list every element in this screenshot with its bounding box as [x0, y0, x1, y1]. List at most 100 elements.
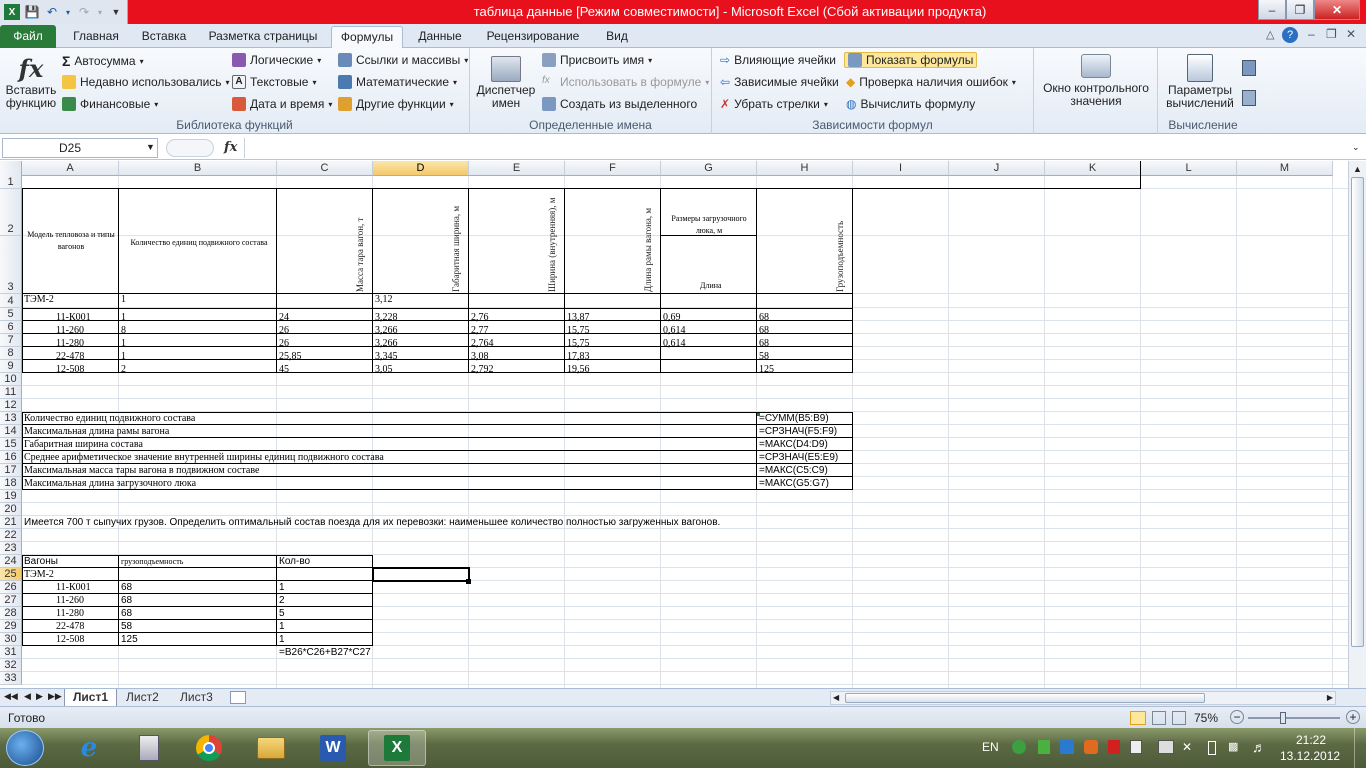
column-header[interactable]: C: [277, 161, 373, 176]
taskbar-chrome[interactable]: [180, 730, 238, 766]
cell[interactable]: =МАКС(G5:G7): [759, 478, 829, 490]
cell[interactable]: 26: [279, 338, 289, 350]
cell[interactable]: 11-К001: [56, 312, 91, 324]
tab-data[interactable]: Данные: [408, 26, 472, 48]
customize-qat-icon[interactable]: ▼: [108, 4, 124, 20]
cell[interactable]: Кол-во: [279, 556, 310, 568]
cell[interactable]: 12-508: [56, 634, 84, 646]
create-from-selection-button[interactable]: Создать из выделенного: [542, 97, 697, 111]
cell[interactable]: 58: [121, 621, 132, 633]
fill-handle[interactable]: [466, 579, 471, 584]
row-header[interactable]: 9: [0, 360, 22, 373]
name-box-dropdown-icon[interactable]: ▼: [146, 142, 155, 152]
row-header[interactable]: 16: [0, 451, 22, 464]
cell[interactable]: 26: [279, 325, 289, 337]
column-header[interactable]: M: [1237, 161, 1333, 176]
row-header[interactable]: 28: [0, 607, 22, 620]
cell[interactable]: 0,614: [663, 325, 686, 337]
text-button[interactable]: A Текстовые ▾: [232, 75, 316, 89]
cell[interactable]: 2,764: [471, 338, 494, 350]
taskbar-excel[interactable]: X: [368, 730, 426, 766]
cell[interactable]: Среднее арифметическое значение внутренн…: [24, 452, 384, 464]
cell[interactable]: 58: [759, 351, 769, 363]
show-desktop-button[interactable]: [1354, 728, 1366, 768]
cell[interactable]: =СУММ(B5:B9): [759, 413, 829, 425]
tab-review[interactable]: Рецензирование: [480, 26, 586, 48]
row-header[interactable]: 3: [0, 236, 22, 294]
scroll-right-icon[interactable]: ▶: [1327, 693, 1333, 702]
cell[interactable]: Максимальная длина загрузочного люка: [24, 478, 196, 490]
cell[interactable]: 11-280: [56, 608, 84, 620]
row-header[interactable]: 31: [0, 646, 22, 659]
cell[interactable]: =МАКС(C5:C9): [759, 465, 828, 477]
calc-options-button[interactable]: Параметры вычислений: [1162, 54, 1238, 110]
cell[interactable]: 125: [121, 634, 138, 646]
row-header[interactable]: 8: [0, 347, 22, 360]
calc-sheet-icon[interactable]: [1242, 90, 1256, 106]
cell[interactable]: =МАКС(D4:D9): [759, 439, 828, 451]
math-button[interactable]: Математические ▾: [338, 75, 457, 89]
tab-home[interactable]: Главная: [60, 26, 132, 48]
cell[interactable]: 3,12: [375, 294, 393, 306]
cell[interactable]: 68: [121, 608, 132, 620]
zoom-out-icon[interactable]: −: [1230, 710, 1244, 724]
taskbar-ie[interactable]: e: [60, 730, 118, 766]
cell[interactable]: 125: [759, 364, 774, 376]
row-header[interactable]: 20: [0, 503, 22, 516]
row-header[interactable]: 18: [0, 477, 22, 490]
cell[interactable]: 3,266: [375, 338, 398, 350]
scroll-thumb[interactable]: [1351, 177, 1364, 647]
cell[interactable]: 68: [121, 595, 132, 607]
cell[interactable]: 11-280: [56, 338, 84, 350]
cell[interactable]: 68: [121, 582, 132, 594]
scroll-left-icon[interactable]: ◀: [833, 693, 839, 702]
tray-icon-3[interactable]: [1060, 740, 1074, 754]
last-sheet-icon[interactable]: ▶▶: [48, 691, 62, 702]
cell[interactable]: 1: [279, 634, 285, 646]
page-layout-view-icon[interactable]: [1152, 711, 1166, 725]
cell[interactable]: 45: [279, 364, 289, 376]
taskbar-explorer[interactable]: [242, 730, 300, 766]
zoom-slider-thumb[interactable]: [1280, 712, 1286, 724]
horizontal-scrollbar[interactable]: ◀ ▶: [830, 691, 1336, 705]
row-header[interactable]: 19: [0, 490, 22, 503]
tray-icon-2[interactable]: [1038, 740, 1050, 754]
formula-input[interactable]: [244, 138, 1348, 158]
doc-close-icon[interactable]: ✕: [1346, 27, 1356, 41]
cell[interactable]: =СРЗНАЧ(F5:F9): [759, 426, 837, 438]
autosum-button[interactable]: Σ Автосумма ▾: [62, 53, 144, 69]
page-break-view-icon[interactable]: [1172, 711, 1186, 725]
row-header[interactable]: 2: [0, 189, 22, 236]
column-header[interactable]: L: [1141, 161, 1237, 176]
cell[interactable]: 1: [121, 312, 126, 324]
cell[interactable]: 15,75: [567, 325, 590, 337]
evaluate-formula-button[interactable]: ◍ Вычислить формулу: [846, 97, 975, 111]
financial-button[interactable]: Финансовые ▾: [62, 97, 158, 111]
cell[interactable]: Количество единиц подвижного состава: [24, 413, 195, 425]
remove-arrows-button[interactable]: ✗ Убрать стрелки ▾: [720, 97, 828, 111]
cell[interactable]: ТЭМ-2: [24, 294, 54, 306]
minimize-button[interactable]: –: [1258, 0, 1286, 20]
name-manager-button[interactable]: Диспетчер имен: [476, 54, 536, 118]
undo-dropdown-icon[interactable]: ▾: [64, 4, 72, 20]
cell[interactable]: =B26*C26+B27*C27: [279, 647, 373, 659]
datetime-button[interactable]: Дата и время ▾: [232, 97, 332, 111]
cell[interactable]: 2,77: [471, 325, 489, 337]
first-sheet-icon[interactable]: ◀◀: [4, 691, 18, 702]
row-header[interactable]: 6: [0, 321, 22, 334]
minimize-ribbon-icon[interactable]: △: [1266, 28, 1274, 41]
tab-view[interactable]: Вид: [594, 26, 640, 48]
column-header[interactable]: K: [1045, 161, 1141, 176]
cell[interactable]: 3,345: [375, 351, 398, 363]
cell[interactable]: 19,56: [567, 364, 590, 376]
clock-time[interactable]: 21:22: [1296, 733, 1326, 747]
error-checking-button[interactable]: ◆ Проверка наличия ошибок ▾: [846, 75, 1016, 89]
cell[interactable]: 15,75: [567, 338, 590, 350]
cell[interactable]: 3,266: [375, 325, 398, 337]
redo-icon[interactable]: ↷: [76, 4, 92, 20]
calc-now-icon[interactable]: [1242, 60, 1256, 76]
taskbar-calculator[interactable]: [120, 730, 178, 766]
row-header[interactable]: 26: [0, 581, 22, 594]
undo-icon[interactable]: ↶: [44, 4, 60, 20]
cell[interactable]: 17,83: [567, 351, 590, 363]
